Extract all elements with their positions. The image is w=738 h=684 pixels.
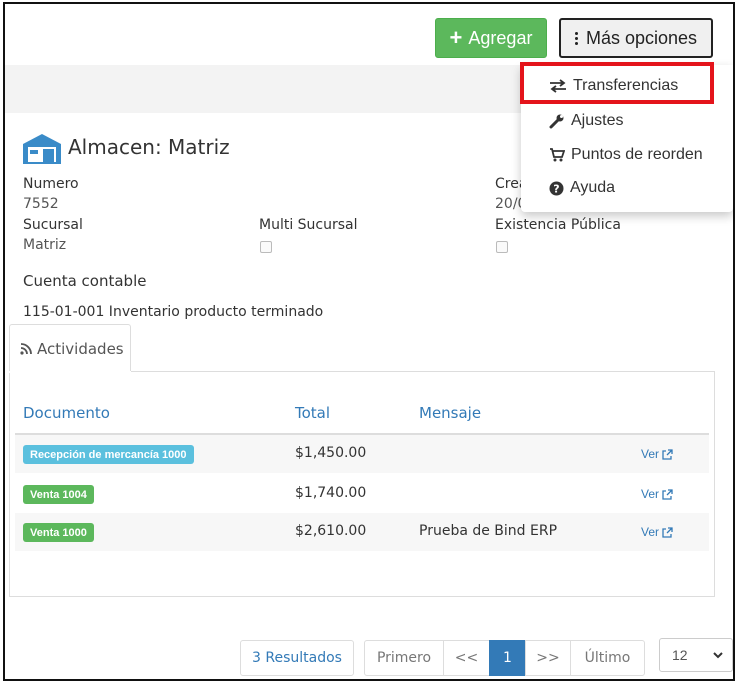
column-header-mensaje[interactable]: Mensaje: [419, 404, 481, 422]
rss-icon: [20, 342, 32, 355]
wrench-icon: [549, 114, 564, 129]
existencia-publica-label: Existencia Pública: [495, 217, 621, 233]
view-link[interactable]: Ver: [641, 447, 673, 461]
multi-sucursal-label: Multi Sucursal: [259, 217, 358, 233]
view-link[interactable]: Ver: [641, 525, 673, 539]
menu-item-label: Puntos de reorden: [571, 146, 703, 163]
question-circle-icon: ?: [549, 181, 564, 195]
page-size-value: 12: [672, 647, 688, 663]
first-page-button[interactable]: Primero: [364, 640, 444, 676]
page-title: Almacen: Matriz: [68, 135, 230, 159]
svg-text:?: ?: [553, 182, 559, 195]
external-link-icon: [662, 526, 673, 538]
document-badge[interactable]: Venta 1000: [23, 523, 94, 542]
document-badge[interactable]: Venta 1004: [23, 485, 94, 504]
results-count: 3 Resultados: [240, 640, 354, 676]
prev-page-button[interactable]: <<: [443, 640, 490, 676]
numero-label: Numero: [23, 176, 79, 192]
menu-item-label: Ajustes: [571, 112, 624, 129]
menu-item-puntos-de-reorden[interactable]: Puntos de reorden: [521, 140, 733, 170]
page-1-button[interactable]: 1: [489, 640, 526, 676]
existencia-publica-checkbox[interactable]: [496, 241, 508, 253]
view-link-label: Ver: [641, 447, 660, 461]
more-options-label: Más opciones: [585, 27, 698, 48]
vertical-ellipsis-icon: [574, 31, 578, 45]
highlight-box: [520, 62, 714, 104]
plus-icon: +: [449, 25, 463, 50]
table-row: Recepción de mercancía 1000 $1,450.00 Ve…: [15, 435, 709, 473]
column-header-total[interactable]: Total: [295, 404, 330, 422]
multi-sucursal-checkbox[interactable]: [260, 241, 272, 253]
tab-joiner: [9, 371, 131, 373]
external-link-icon: [662, 448, 673, 460]
page-size-select[interactable]: 12: [659, 638, 733, 672]
app-window: + Agregar Más opciones Almacen: Matriz N…: [3, 2, 735, 681]
column-header-documento[interactable]: Documento: [23, 404, 110, 422]
numero-value: 7552: [23, 196, 59, 212]
sucursal-label: Sucursal: [23, 217, 83, 233]
warehouse-icon: [23, 134, 61, 164]
next-page-button[interactable]: >>: [525, 640, 571, 676]
cuenta-contable-label: Cuenta contable: [23, 272, 147, 290]
table-row: Venta 1004 $1,740.00 Ver: [15, 475, 709, 513]
tab-actividades[interactable]: Actividades: [9, 324, 131, 372]
external-link-icon: [662, 488, 673, 500]
total-cell: $2,610.00: [295, 523, 367, 539]
menu-item-label: Ayuda: [570, 179, 616, 196]
total-cell: $1,740.00: [295, 485, 367, 501]
table-row: Venta 1000 $2,610.00 Prueba de Bind ERP …: [15, 513, 709, 551]
view-link-label: Ver: [641, 525, 660, 539]
chevron-down-icon: [713, 652, 723, 659]
tab-actividades-label: Actividades: [37, 339, 124, 358]
add-button-label: Agregar: [468, 27, 533, 48]
cuenta-contable-value: 115-01-001 Inventario producto terminado: [23, 304, 324, 320]
add-button[interactable]: + Agregar: [435, 18, 547, 58]
view-link-label: Ver: [641, 487, 660, 501]
sucursal-value: Matriz: [23, 237, 67, 253]
menu-item-ajustes[interactable]: Ajustes: [521, 106, 733, 136]
menu-item-ayuda[interactable]: ? Ayuda: [521, 173, 733, 203]
document-badge[interactable]: Recepción de mercancía 1000: [23, 445, 194, 464]
cart-icon: [550, 148, 565, 162]
view-link[interactable]: Ver: [641, 487, 673, 501]
last-page-button[interactable]: Último: [570, 640, 645, 676]
more-options-button[interactable]: Más opciones: [559, 18, 713, 58]
total-cell: $1,450.00: [295, 445, 367, 461]
mensaje-cell: Prueba de Bind ERP: [419, 523, 558, 539]
